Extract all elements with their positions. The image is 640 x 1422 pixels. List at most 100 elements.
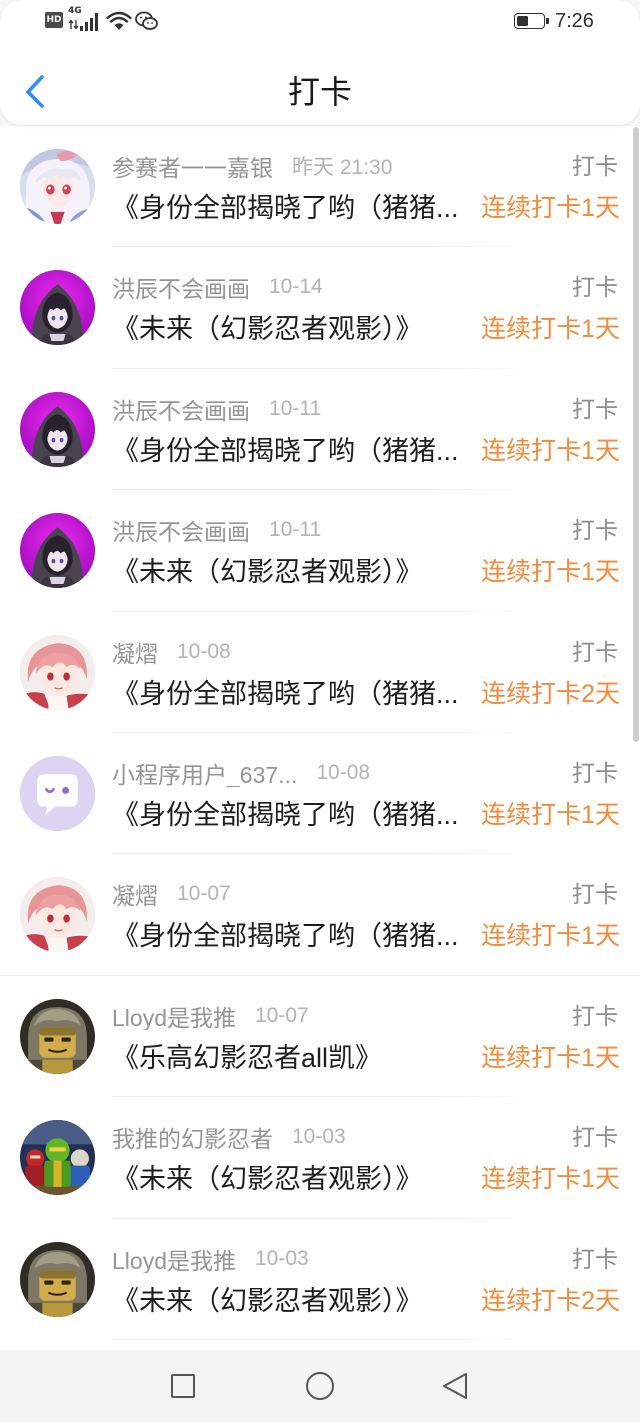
list-item[interactable]: 洪辰不会画画 10-11 打卡 《身份全部揭晓了哟（猪猪... 连续打卡1天 xyxy=(0,369,640,491)
checkin-title: 《未来（幻影忍者观影）》 xyxy=(112,1285,423,1316)
list-item[interactable]: 凝熠 10-08 打卡 《身份全部揭晓了哟（猪猪... 连续打卡2天 xyxy=(0,612,640,733)
user-avatar[interactable] xyxy=(20,1120,95,1196)
list-item[interactable]: 洪辰不会画画 10-11 打卡 《未来（幻影忍者观影）》 连续打卡1天 xyxy=(0,490,640,612)
header: HD 4G 7:26 打卡 xyxy=(0,0,640,125)
checkin-tag: 打卡 xyxy=(572,760,618,786)
item-meta: 洪辰不会画画 10-11 xyxy=(112,395,321,423)
divider xyxy=(112,1338,532,1340)
hd-icon: HD xyxy=(45,12,63,28)
list-item[interactable]: 参赛者一一嘉银 昨天 21:30 打卡 《身份全部揭晓了哟（猪猪... 连续打卡… xyxy=(0,126,640,248)
lego-lloyd-avatar xyxy=(20,1242,95,1317)
checkin-title: 《身份全部揭晓了哟（猪猪... xyxy=(112,435,459,466)
checkin-tag: 打卡 xyxy=(572,1245,618,1272)
checkin-tag: 打卡 xyxy=(572,153,618,179)
user-avatar[interactable] xyxy=(20,513,95,589)
post-time: 昨天 21:30 xyxy=(292,156,393,179)
system-nav-bar xyxy=(0,1350,640,1422)
streak-label: 连续打卡2天 xyxy=(481,679,620,708)
item-meta: 参赛者一一嘉银 昨天 21:30 xyxy=(112,152,392,180)
user-name[interactable]: 我推的幻影忍者 xyxy=(112,1123,273,1151)
post-time: 10-03 xyxy=(292,1125,346,1149)
checkin-tag: 打卡 xyxy=(572,638,618,665)
pink-hair-avatar xyxy=(20,877,95,952)
checkin-list: 参赛者一一嘉银 昨天 21:30 打卡 《身份全部揭晓了哟（猪猪... 连续打卡… xyxy=(0,126,640,1350)
recent-apps-icon[interactable] xyxy=(171,1374,195,1398)
streak-label: 连续打卡1天 xyxy=(481,315,620,344)
home-icon[interactable] xyxy=(306,1372,334,1400)
user-name[interactable]: 洪辰不会画画 xyxy=(112,516,250,544)
checkin-title: 《未来（幻影忍者观影）》 xyxy=(112,557,423,588)
item-meta: 凝熠 10-07 xyxy=(112,880,231,908)
streak-label: 连续打卡1天 xyxy=(481,801,620,829)
list-item[interactable]: Lloyd是我推 10-03 打卡 《未来（幻影忍者观影）》 连续打卡2天 xyxy=(0,1219,640,1340)
user-avatar[interactable] xyxy=(20,1241,95,1317)
user-avatar[interactable] xyxy=(20,877,95,953)
back-triangle-icon[interactable] xyxy=(441,1372,469,1400)
user-name[interactable]: Lloyd是我推 xyxy=(112,1245,236,1273)
page-title: 打卡 xyxy=(287,74,352,110)
post-time: 10-08 xyxy=(177,639,231,663)
streak-label: 连续打卡1天 xyxy=(481,436,620,465)
post-time: 10-11 xyxy=(269,518,322,542)
streak-label: 连续打卡1天 xyxy=(481,1043,620,1072)
checkin-title: 《未来（幻影忍者观影）》 xyxy=(112,314,423,345)
user-avatar[interactable] xyxy=(20,149,95,224)
battery-icon xyxy=(514,13,545,29)
item-meta: 我推的幻影忍者 10-03 xyxy=(112,1123,346,1151)
checkin-title: 《身份全部揭晓了哟（猪猪... xyxy=(112,193,459,223)
list-item[interactable]: 凝熠 10-07 打卡 《身份全部揭晓了哟（猪猪... 连续打卡1天 xyxy=(0,854,640,976)
streak-label: 连续打卡1天 xyxy=(481,922,620,951)
user-name[interactable]: 小程序用户_637... xyxy=(112,759,297,787)
streak-label: 连续打卡2天 xyxy=(481,1286,620,1315)
checkin-title: 《身份全部揭晓了哟（猪猪... xyxy=(112,800,459,830)
data-arrows-icon xyxy=(68,19,79,30)
wechat-icon xyxy=(135,11,158,30)
battery-nub xyxy=(546,18,549,24)
checkin-tag: 打卡 xyxy=(572,517,618,544)
default-bubble-avatar xyxy=(20,756,95,831)
checkin-tag: 打卡 xyxy=(572,395,618,422)
battery-fill xyxy=(517,16,529,26)
post-time: 10-03 xyxy=(254,1246,309,1270)
item-meta: Lloyd是我推 10-07 xyxy=(112,1002,309,1030)
item-meta: Lloyd是我推 10-03 xyxy=(112,1245,309,1273)
checkin-title: 《身份全部揭晓了哟（猪猪... xyxy=(112,678,459,709)
hooded-figure-avatar xyxy=(20,392,95,467)
user-name[interactable]: 凝熠 xyxy=(112,638,158,666)
user-avatar[interactable] xyxy=(20,998,95,1074)
list-item[interactable]: 小程序用户_637... 10-08 打卡 《身份全部揭晓了哟（猪猪... 连续… xyxy=(0,733,640,855)
item-meta: 洪辰不会画画 10-11 xyxy=(112,516,321,544)
streak-label: 连续打卡1天 xyxy=(481,194,620,222)
scrollbar[interactable] xyxy=(633,127,639,742)
user-name[interactable]: 洪辰不会画画 xyxy=(112,395,250,423)
anime-white-hair-avatar xyxy=(20,149,95,224)
hooded-figure-avatar xyxy=(20,270,95,345)
user-name[interactable]: Lloyd是我推 xyxy=(112,1002,236,1030)
checkin-title: 《乐高幻影忍者all凯》 xyxy=(112,1042,383,1073)
user-name[interactable]: 凝熠 xyxy=(112,880,158,908)
user-avatar[interactable] xyxy=(20,634,95,710)
checkin-tag: 打卡 xyxy=(572,881,618,908)
item-meta: 小程序用户_637... 10-08 xyxy=(112,759,370,787)
status-time: 7:26 xyxy=(555,10,594,32)
list-item[interactable]: Lloyd是我推 10-07 打卡 《乐高幻影忍者all凯》 连续打卡1天 xyxy=(0,976,640,1098)
checkin-title: 《未来（幻影忍者观影）》 xyxy=(112,1164,423,1195)
item-meta: 凝熠 10-08 xyxy=(112,638,231,666)
item-meta: 洪辰不会画画 10-14 xyxy=(112,273,323,301)
user-avatar[interactable] xyxy=(20,391,95,467)
user-name[interactable]: 参赛者一一嘉银 xyxy=(112,152,273,180)
post-time: 10-07 xyxy=(254,1003,309,1027)
lego-lloyd-avatar xyxy=(20,999,95,1074)
checkin-title: 《身份全部揭晓了哟（猪猪... xyxy=(112,921,459,952)
streak-label: 连续打卡1天 xyxy=(481,558,620,587)
streak-label: 连续打卡1天 xyxy=(481,1165,620,1194)
checkin-tag: 打卡 xyxy=(572,1002,618,1029)
user-avatar[interactable] xyxy=(20,756,95,831)
checkin-tag: 打卡 xyxy=(572,1124,618,1151)
list-item[interactable]: 我推的幻影忍者 10-03 打卡 《未来（幻影忍者观影）》 连续打卡1天 xyxy=(0,1097,640,1219)
user-avatar[interactable] xyxy=(20,270,95,346)
user-name[interactable]: 洪辰不会画画 xyxy=(112,273,250,301)
signal-icon xyxy=(80,13,98,31)
list-item[interactable]: 洪辰不会画画 10-14 打卡 《未来（幻影忍者观影）》 连续打卡1天 xyxy=(0,247,640,369)
hooded-figure-avatar xyxy=(20,513,95,588)
